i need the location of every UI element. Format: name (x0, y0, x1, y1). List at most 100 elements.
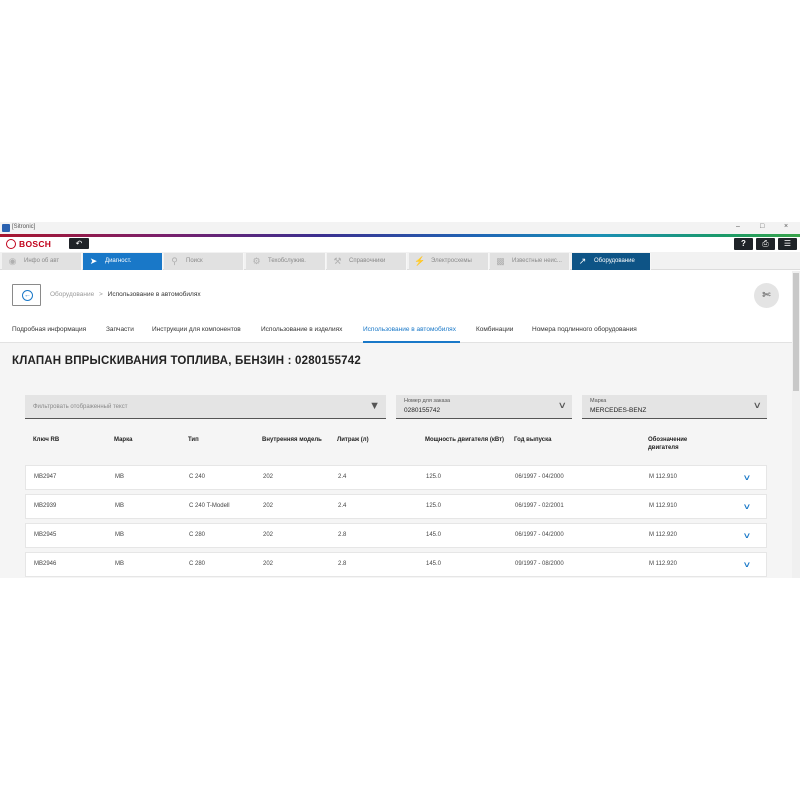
cell-power: 125.0 (426, 503, 442, 509)
filter-funnel-icon[interactable]: ▼ (369, 400, 380, 412)
cell-engine-code: M 112.910 (649, 474, 677, 480)
print-icon: ⎙ (762, 239, 769, 248)
minimize-icon[interactable]: – (736, 223, 740, 230)
maximize-icon[interactable]: □ (760, 223, 764, 230)
brand-value: MERCEDES-BENZ (590, 407, 647, 414)
column-header: Литраж (л) (337, 437, 369, 443)
cell-engine-code: M 112.920 (649, 561, 677, 567)
print-button[interactable]: ⎙ (756, 238, 775, 250)
cell-year: 06/1997 - 02/2001 (515, 503, 564, 509)
gears-icon: ⚙ (252, 256, 261, 266)
brand-select[interactable]: Марка MERCEDES-BENZ ∨ (582, 395, 767, 419)
tab-maintenance[interactable]: ⚙ Техобслужив. (246, 253, 326, 270)
menu-button[interactable]: ☰ (778, 238, 797, 250)
tab-reference[interactable]: ⚒ Справочники (327, 253, 407, 270)
cell-internal-model: 202 (263, 532, 274, 538)
subtab-parts[interactable]: Запчасти (106, 326, 134, 333)
main-content: КЛАПАН ВПРЫСКИВАНИЯ ТОПЛИВА, БЕНЗИН : 02… (0, 343, 792, 578)
expand-chevron-icon[interactable]: ∨ (743, 531, 752, 540)
back-arrow-icon: ← (22, 290, 33, 301)
cell-brand: MB (115, 503, 124, 509)
bosch-logo: BOSCH (6, 238, 51, 250)
cart-icon: ✄ (762, 290, 771, 301)
cell-displacement: 2.4 (338, 474, 347, 480)
cell-rb-key: MB2947 (34, 474, 57, 480)
subtab-usage-in-products[interactable]: Использование в изделиях (261, 326, 342, 333)
cell-internal-model: 202 (263, 474, 274, 480)
known-issues-icon: ▩ (496, 256, 505, 266)
expand-chevron-icon[interactable]: ∨ (743, 560, 752, 569)
filter-input[interactable]: Фильтровать отображенный текст ▼ (25, 395, 386, 419)
cell-engine-code: M 112.910 (649, 503, 677, 509)
tab-search[interactable]: ⚲ Поиск (164, 253, 244, 270)
cell-year: 09/1997 - 08/2000 (515, 561, 564, 567)
subtab-oe-numbers[interactable]: Номера подлинного оборудования (532, 326, 637, 333)
breadcrumb: Оборудование > Использование в автомобил… (50, 291, 201, 298)
window-titlebar: [Sitronic] – □ × (0, 222, 800, 234)
table-header: Ключ RB Марка Тип Внутренняя модель Литр… (25, 436, 767, 464)
menu-icon: ☰ (783, 239, 792, 248)
table-row[interactable]: MB2947 MB C 240 202 2.4 125.0 06/1997 - … (25, 465, 767, 490)
brand-name: BOSCH (19, 239, 52, 249)
tab-diagnostics[interactable]: ➤ Диагност. (83, 253, 163, 270)
diagnostic-icon: ➤ (89, 256, 98, 266)
cell-type: C 280 (189, 561, 206, 567)
chevron-down-icon: ∨ (753, 400, 763, 410)
table-row[interactable]: MB2939 MB C 240 T-Modell 202 2.4 125.0 0… (25, 494, 767, 519)
car-info-icon: ◉ (8, 256, 17, 266)
help-button[interactable]: ? (734, 238, 753, 250)
scrollbar-thumb[interactable] (793, 273, 799, 391)
cell-internal-model: 202 (263, 561, 274, 567)
tab-equipment[interactable]: ↗ Оборудование (572, 253, 651, 270)
breadcrumb-parent[interactable]: Оборудование (50, 291, 94, 298)
tab-vehicle-info[interactable]: ◉ Инфо об авт (2, 253, 82, 270)
subtab-usage-in-vehicles[interactable]: Использование в автомобилях (363, 326, 456, 333)
cell-displacement: 2.8 (338, 532, 347, 538)
cell-rb-key: MB2945 (34, 532, 57, 538)
bosch-armature-icon (6, 239, 16, 249)
expand-chevron-icon[interactable]: ∨ (743, 473, 752, 482)
cell-displacement: 2.8 (338, 561, 347, 567)
external-link-icon: ↗ (578, 256, 587, 266)
page-back-button[interactable]: ← (12, 284, 41, 306)
subtab-component-instructions[interactable]: Инструкции для компонентов (152, 326, 241, 333)
undo-arrow-icon: ↶ (75, 239, 83, 248)
tab-wiring-diagrams[interactable]: ⚡ Электросхемы (409, 253, 489, 270)
window-title: [Sitronic] (12, 224, 36, 230)
cell-brand: MB (115, 532, 124, 538)
column-header: Тип (188, 437, 199, 443)
wrench-icon: ⚒ (333, 256, 342, 266)
column-header: Марка (114, 437, 133, 443)
close-icon[interactable]: × (784, 223, 788, 230)
app-window: [Sitronic] – □ × BOSCH ↶ ? ⎙ ☰ ◉ Инфо об … (0, 222, 800, 578)
cell-engine-code: M 112.920 (649, 532, 677, 538)
cell-year: 06/1997 - 04/2000 (515, 532, 564, 538)
page-title: КЛАПАН ВПРЫСКИВАНИЯ ТОПЛИВА, БЕНЗИН : 02… (12, 355, 361, 367)
subtab-combinations[interactable]: Комбинации (476, 326, 513, 333)
subtab-details[interactable]: Подробная информация (12, 326, 86, 333)
cart-button[interactable]: ✄ (754, 283, 779, 308)
cell-brand: MB (115, 561, 124, 567)
column-header: Ключ RB (33, 437, 60, 443)
expand-chevron-icon[interactable]: ∨ (743, 502, 752, 511)
cell-displacement: 2.4 (338, 503, 347, 509)
toolbar: BOSCH ↶ ? ⎙ ☰ (0, 237, 800, 251)
tab-known-issues[interactable]: ▩ Известные неис... (490, 253, 570, 270)
search-icon: ⚲ (171, 256, 178, 266)
table-row[interactable]: MB2946 MB C 280 202 2.8 145.0 09/1997 - … (25, 552, 767, 577)
app-icon (2, 224, 10, 232)
column-header: Мощность двигателя (кВт) (425, 437, 505, 443)
lightning-icon: ⚡ (414, 256, 426, 266)
cell-year: 06/1997 - 04/2000 (515, 474, 564, 480)
back-button[interactable]: ↶ (69, 238, 89, 249)
vertical-scrollbar[interactable] (792, 271, 800, 578)
order-number-select[interactable]: Номер для заказа 0280155742 ∨ (396, 395, 572, 419)
table-row[interactable]: MB2945 MB C 280 202 2.8 145.0 06/1997 - … (25, 523, 767, 548)
cell-type: C 280 (189, 532, 206, 538)
column-header: Внутренняя модель (262, 437, 322, 443)
cell-rb-key: MB2946 (34, 561, 57, 567)
brand-label: Марка (590, 398, 607, 404)
cell-power: 145.0 (426, 532, 442, 538)
order-number-label: Номер для заказа (404, 398, 451, 404)
chevron-down-icon: ∨ (558, 400, 568, 410)
